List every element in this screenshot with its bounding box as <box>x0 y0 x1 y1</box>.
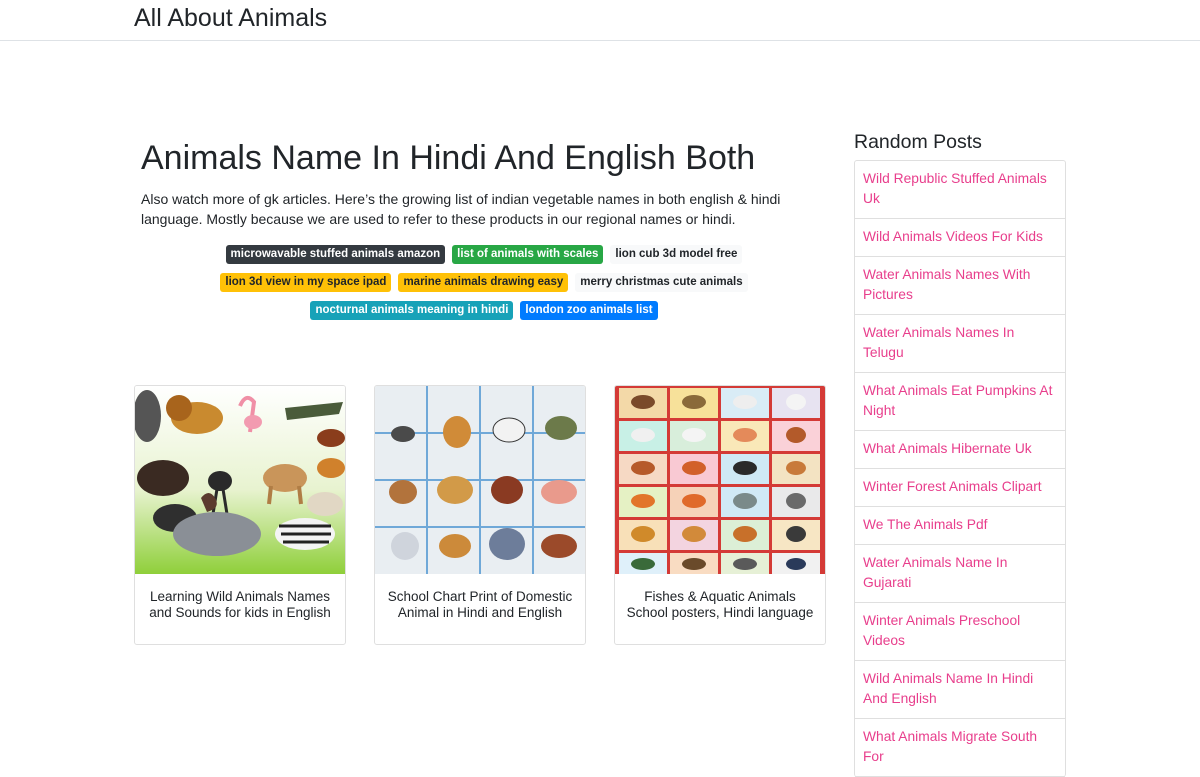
random-posts-sidebar: Random Posts Wild Republic Stuffed Anima… <box>854 130 1066 777</box>
tag-row: nocturnal animals meaning in hindi londo… <box>174 301 794 329</box>
site-header: All About Animals <box>0 0 1200 41</box>
card-caption[interactable]: Fishes & Aquatic Animals School posters,… <box>623 589 817 621</box>
random-post-link[interactable]: What Animals Eat Pumpkins At Night <box>855 373 1065 431</box>
tag-row: lion 3d view in my space ipad marine ani… <box>174 273 794 301</box>
tag-link[interactable]: london zoo animals list <box>520 301 658 320</box>
article-title: Animals Name In Hindi And English Both <box>141 139 756 177</box>
tag-link[interactable]: list of animals with scales <box>452 245 604 264</box>
random-post-link[interactable]: Winter Animals Preschool Videos <box>855 603 1065 661</box>
image-card[interactable]: Learning Wild Animals Names and Sounds f… <box>134 385 346 645</box>
tag-link[interactable]: nocturnal animals meaning in hindi <box>310 301 514 320</box>
image-card[interactable]: Fishes & Aquatic Animals School posters,… <box>614 385 826 645</box>
random-post-link[interactable]: What Animals Hibernate Uk <box>855 431 1065 469</box>
tag-row: microwavable stuffed animals amazon list… <box>174 245 794 273</box>
tag-link[interactable]: marine animals drawing easy <box>398 273 569 292</box>
random-post-link[interactable]: What Animals Migrate South For <box>855 719 1065 777</box>
card-caption[interactable]: Learning Wild Animals Names and Sounds f… <box>143 589 337 621</box>
random-posts-list: Wild Republic Stuffed Animals Uk Wild An… <box>854 160 1066 777</box>
tag-link[interactable]: merry christmas cute animals <box>575 273 748 292</box>
wild-animals-collage-image[interactable] <box>135 386 345 574</box>
image-card[interactable]: School Chart Print of Domestic Animal in… <box>374 385 586 645</box>
random-post-link[interactable]: Water Animals Names In Telugu <box>855 315 1065 373</box>
random-post-link[interactable]: Wild Republic Stuffed Animals Uk <box>855 161 1065 219</box>
article-intro: Also watch more of gk articles. Here’s t… <box>141 191 781 227</box>
sidebar-heading: Random Posts <box>854 131 982 153</box>
tag-link[interactable]: lion cub 3d model free <box>610 245 743 264</box>
random-post-link[interactable]: Wild Animals Name In Hindi And English <box>855 661 1065 719</box>
random-post-link[interactable]: Water Animals Names With Pictures <box>855 257 1065 315</box>
animal-poster-grid-image[interactable] <box>615 386 825 574</box>
tag-link[interactable]: lion 3d view in my space ipad <box>220 273 392 292</box>
tag-link[interactable]: microwavable stuffed animals amazon <box>225 245 446 264</box>
random-post-link[interactable]: Winter Forest Animals Clipart <box>855 469 1065 507</box>
tag-cloud: microwavable stuffed animals amazon list… <box>174 245 794 329</box>
site-brand-link[interactable]: All About Animals <box>134 4 327 32</box>
random-post-link[interactable]: Wild Animals Videos For Kids <box>855 219 1065 257</box>
domestic-animals-chart-image[interactable] <box>375 386 585 574</box>
random-post-link[interactable]: Water Animals Name In Gujarati <box>855 545 1065 603</box>
random-post-link[interactable]: We The Animals Pdf <box>855 507 1065 545</box>
card-caption[interactable]: School Chart Print of Domestic Animal in… <box>383 589 577 621</box>
